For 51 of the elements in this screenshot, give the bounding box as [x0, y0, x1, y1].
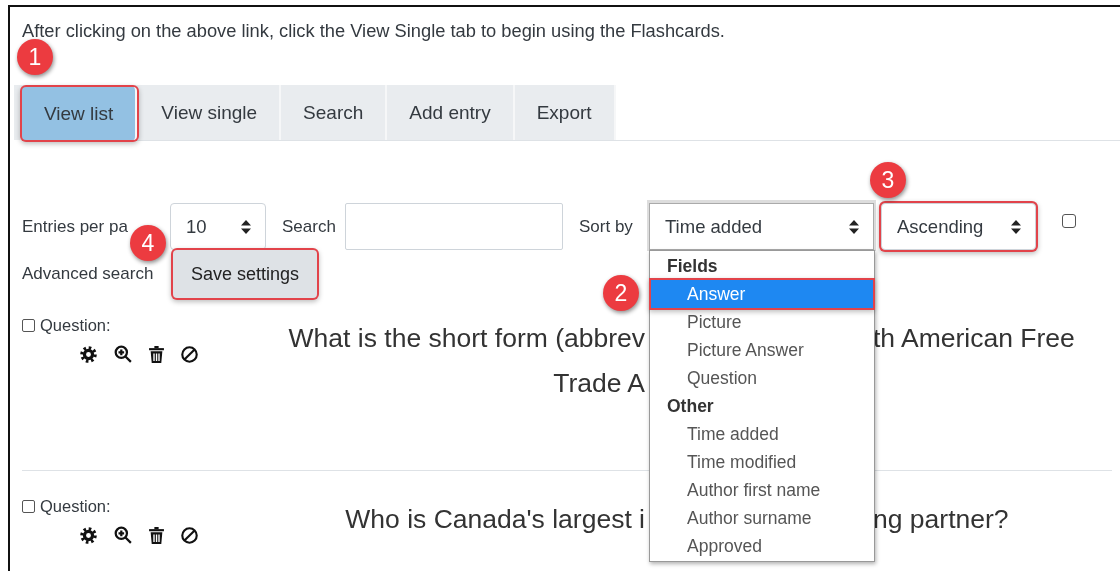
sort-by-label: Sort by	[579, 216, 634, 237]
dropdown-option[interactable]: Time modified	[651, 448, 873, 476]
question-text: ng partner?	[873, 503, 1010, 536]
tab[interactable]: Search	[281, 85, 388, 140]
question-label: Question:	[40, 316, 111, 335]
option-group-label: Fields	[666, 255, 719, 278]
checkbox[interactable]	[1062, 214, 1076, 228]
question-text: What is the short form (abbrev	[287, 322, 645, 355]
advanced-search-label: Advanced search	[22, 264, 155, 284]
entries-per-page-label: Entries per pa	[22, 216, 129, 237]
search-field[interactable]	[345, 203, 563, 250]
dropdown-option[interactable]: Author surname	[651, 504, 873, 532]
gear-icon[interactable]	[80, 345, 97, 363]
up-down-caret-icon	[241, 219, 251, 234]
step-badge: 2	[603, 275, 639, 311]
save-settings-button[interactable]: Save settings	[173, 250, 318, 298]
tab[interactable]: Add entry	[387, 85, 515, 140]
step-badge: 4	[130, 225, 166, 261]
dropdown-option[interactable]: Answer	[651, 280, 873, 308]
sort-order-select[interactable]: Ascending	[881, 203, 1036, 250]
tab[interactable]: Export	[514, 85, 616, 140]
question-text: Trade A	[552, 367, 645, 400]
ban-icon[interactable]	[181, 345, 198, 363]
search-label: Search	[282, 216, 337, 237]
up-down-caret-icon	[1011, 219, 1021, 234]
checkbox[interactable]	[22, 500, 35, 513]
step-badge: 3	[870, 162, 906, 198]
dropdown-option[interactable]: Question	[651, 364, 873, 392]
dropdown-option[interactable]: Author first name	[651, 476, 873, 504]
dropdown-option[interactable]: Approved	[651, 532, 873, 560]
gear-icon[interactable]	[80, 526, 97, 544]
tab[interactable]: View single	[139, 85, 282, 140]
tab[interactable]: View list	[22, 87, 138, 140]
dropdown-option[interactable]: Picture Answer	[651, 336, 873, 364]
sort-by-select[interactable]: Time added	[649, 203, 874, 250]
trash-icon[interactable]	[149, 526, 164, 544]
trash-icon[interactable]	[149, 345, 164, 363]
dropdown-option[interactable]: Time added	[651, 420, 873, 448]
ban-icon[interactable]	[181, 526, 198, 544]
entries-per-page-select[interactable]: 10	[170, 203, 266, 250]
question-text: th American Free	[873, 322, 1076, 355]
zoom-in-icon[interactable]	[114, 526, 132, 544]
step-badge: 1	[17, 39, 53, 75]
instruction-text: After clicking on the above link, click the View Single tab to begin using the Flashcards.	[22, 20, 726, 42]
up-down-caret-icon	[849, 219, 859, 234]
dropdown-option[interactable]: Picture	[651, 308, 873, 336]
option-group-label: Other	[666, 395, 715, 418]
question-text: Who is Canada's largest i	[344, 503, 645, 536]
zoom-in-icon[interactable]	[114, 345, 132, 363]
checkbox[interactable]	[22, 319, 35, 332]
question-label: Question:	[40, 497, 111, 516]
